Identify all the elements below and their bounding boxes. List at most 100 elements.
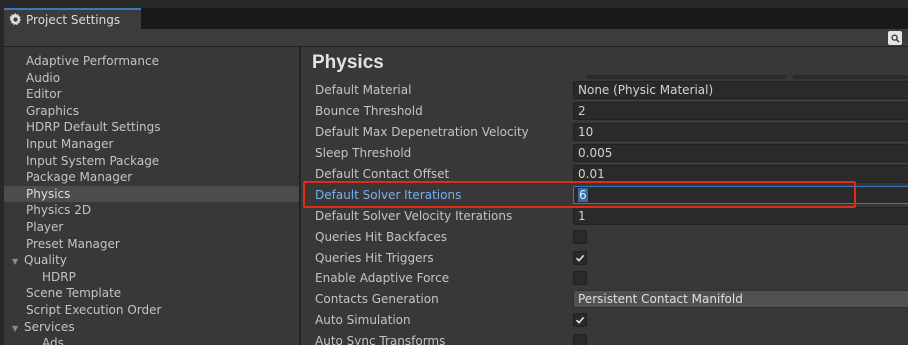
tab-project-settings[interactable]: Project Settings [4, 8, 141, 29]
sidebar-item-label: Script Execution Order [26, 302, 162, 317]
gear-icon [9, 13, 22, 26]
queries-hit-backfaces-checkbox[interactable] [573, 229, 587, 244]
default-solver-iterations-field[interactable]: 6 [573, 185, 908, 204]
project-settings-window: Project Settings Adaptive Performance Aud… [0, 0, 908, 345]
property-label: Contacts Generation [315, 292, 439, 307]
property-label: Default Solver Iterations [315, 187, 462, 202]
sidebar-item-scene-template[interactable]: Scene Template [4, 285, 299, 302]
property-row-bounce-threshold: Bounce Threshold 2 [301, 101, 908, 122]
property-label: Auto Simulation [315, 313, 411, 328]
property-row-default-contact-offset: Default Contact Offset 0.01 [301, 164, 908, 185]
property-label: Default Max Depenetration Velocity [315, 125, 529, 140]
sidebar-item-label: HDRP Default Settings [26, 120, 161, 135]
sidebar-item-label: Player [26, 219, 64, 234]
sidebar-item-label: Physics 2D [26, 203, 92, 218]
sidebar-item-audio[interactable]: Audio [4, 70, 299, 87]
property-row-queries-hit-backfaces: Queries Hit Backfaces [301, 226, 908, 247]
property-label: Bounce Threshold [315, 104, 423, 119]
search-icon [890, 33, 900, 43]
property-row-default-solver-velocity-iterations: Default Solver Velocity Iterations 1 [301, 205, 908, 226]
sidebar-item-physics[interactable]: Physics [4, 185, 299, 203]
field-value: 1 [578, 208, 586, 223]
property-row-queries-hit-triggers: Queries Hit Triggers [301, 247, 908, 268]
property-label: Enable Adaptive Force [315, 271, 450, 286]
field-value: 6 [578, 187, 588, 202]
contacts-generation-dropdown[interactable]: Persistent Contact Manifold [573, 290, 908, 309]
property-row-default-solver-iterations: Default Solver Iterations 6 [301, 184, 908, 205]
field-value: 0.005 [578, 146, 613, 161]
sidebar-item-hdrp-default-settings[interactable]: HDRP Default Settings [4, 119, 299, 136]
sidebar-item-physics-2d[interactable]: Physics 2D [4, 202, 299, 219]
property-row-enable-adaptive-force: Enable Adaptive Force [301, 268, 908, 289]
sidebar-item-label: Audio [26, 70, 61, 85]
settings-sidebar: Adaptive Performance Audio Editor Graphics H… [4, 47, 300, 345]
sidebar-item-label: Services [24, 319, 75, 334]
field-value: 0.01 [578, 167, 605, 181]
sidebar-item-input-manager[interactable]: Input Manager [4, 136, 299, 153]
property-row-default-max-depenetration-velocity: Default Max Depenetration Velocity 10 [301, 122, 908, 143]
sidebar-item-graphics[interactable]: Graphics [4, 103, 299, 120]
property-row-default-material: Default Material None (Physic Material) [301, 80, 908, 101]
tab-title: Project Settings [26, 12, 121, 27]
sidebar-item-script-execution-order[interactable]: Script Execution Order [4, 302, 299, 319]
sidebar-item-ads[interactable]: Ads [4, 335, 299, 345]
sidebar-item-services[interactable]: ▼ Services [4, 319, 299, 336]
sidebar-item-input-system-package[interactable]: Input System Package [4, 153, 299, 170]
property-label: Default Solver Velocity Iterations [315, 208, 513, 223]
sidebar-item-quality[interactable]: ▼ Quality [4, 252, 299, 269]
auto-sync-transforms-checkbox[interactable] [573, 334, 587, 345]
checkmark-icon [575, 317, 585, 324]
property-label: Default Material [315, 83, 412, 98]
search-button[interactable] [888, 31, 902, 45]
enable-adaptive-force-checkbox[interactable] [573, 271, 587, 286]
property-label: Auto Sync Transforms [315, 334, 446, 345]
sleep-threshold-field[interactable]: 0.005 [573, 144, 908, 163]
sidebar-item-hdrp[interactable]: HDRP [4, 269, 299, 286]
default-material-field[interactable]: None (Physic Material) [573, 81, 908, 100]
field-value: Persistent Contact Manifold [578, 292, 743, 307]
property-label: Queries Hit Backfaces [315, 229, 447, 244]
property-label: Default Contact Offset [315, 167, 450, 181]
sidebar-item-label: Adaptive Performance [26, 54, 159, 68]
sidebar-item-adaptive-performance[interactable]: Adaptive Performance [4, 53, 299, 70]
property-list: Default Material None (Physic Material) Bo… [301, 80, 908, 345]
sidebar-item-package-manager[interactable]: Package Manager [4, 169, 299, 186]
sidebar-item-label: Graphics [26, 103, 79, 118]
header-divider [586, 75, 786, 79]
physics-settings-panel: Physics Default Material None (Physic Mat… [301, 47, 908, 345]
bounce-threshold-field[interactable]: 2 [573, 102, 908, 121]
default-contact-offset-field[interactable]: 0.01 [573, 165, 908, 183]
tab-strip: Project Settings [4, 8, 908, 29]
property-label: Queries Hit Triggers [315, 250, 434, 265]
sidebar-item-editor[interactable]: Editor [4, 86, 299, 103]
sidebar-item-label: Input System Package [26, 153, 160, 168]
toolbar [4, 29, 908, 47]
sidebar-item-label: Quality [24, 253, 67, 268]
property-row-sleep-threshold: Sleep Threshold 0.005 [301, 143, 908, 164]
fold-arrow-icon[interactable]: ▼ [12, 321, 24, 338]
property-row-auto-sync-transforms: Auto Sync Transforms [301, 331, 908, 345]
fold-arrow-icon[interactable]: ▼ [12, 254, 24, 271]
field-value: 2 [578, 104, 586, 119]
header-divider [793, 75, 908, 79]
sidebar-item-label: HDRP [42, 269, 76, 284]
sidebar-item-preset-manager[interactable]: Preset Manager [4, 236, 299, 253]
checkmark-icon [575, 254, 585, 262]
field-value: 10 [578, 125, 594, 140]
queries-hit-triggers-checkbox[interactable] [573, 250, 587, 265]
auto-simulation-checkbox[interactable] [573, 313, 587, 328]
default-max-depenetration-velocity-field[interactable]: 10 [573, 123, 908, 142]
sidebar-item-label: Preset Manager [26, 236, 120, 251]
page-title: Physics [312, 52, 384, 73]
sidebar-item-label: Editor [26, 87, 62, 102]
property-label: Sleep Threshold [315, 146, 412, 161]
sidebar-item-label: Physics [26, 186, 71, 201]
sidebar-list: Adaptive Performance Audio Editor Graphics H… [4, 53, 299, 345]
sidebar-item-label: Input Manager [26, 136, 114, 151]
default-solver-velocity-iterations-field[interactable]: 1 [573, 206, 908, 225]
property-row-auto-simulation: Auto Simulation [301, 310, 908, 331]
property-row-contacts-generation: Contacts Generation Persistent Contact Ma… [301, 289, 908, 310]
sidebar-item-label: Ads [42, 336, 64, 345]
field-value: None (Physic Material) [578, 83, 714, 98]
sidebar-item-player[interactable]: Player [4, 219, 299, 236]
